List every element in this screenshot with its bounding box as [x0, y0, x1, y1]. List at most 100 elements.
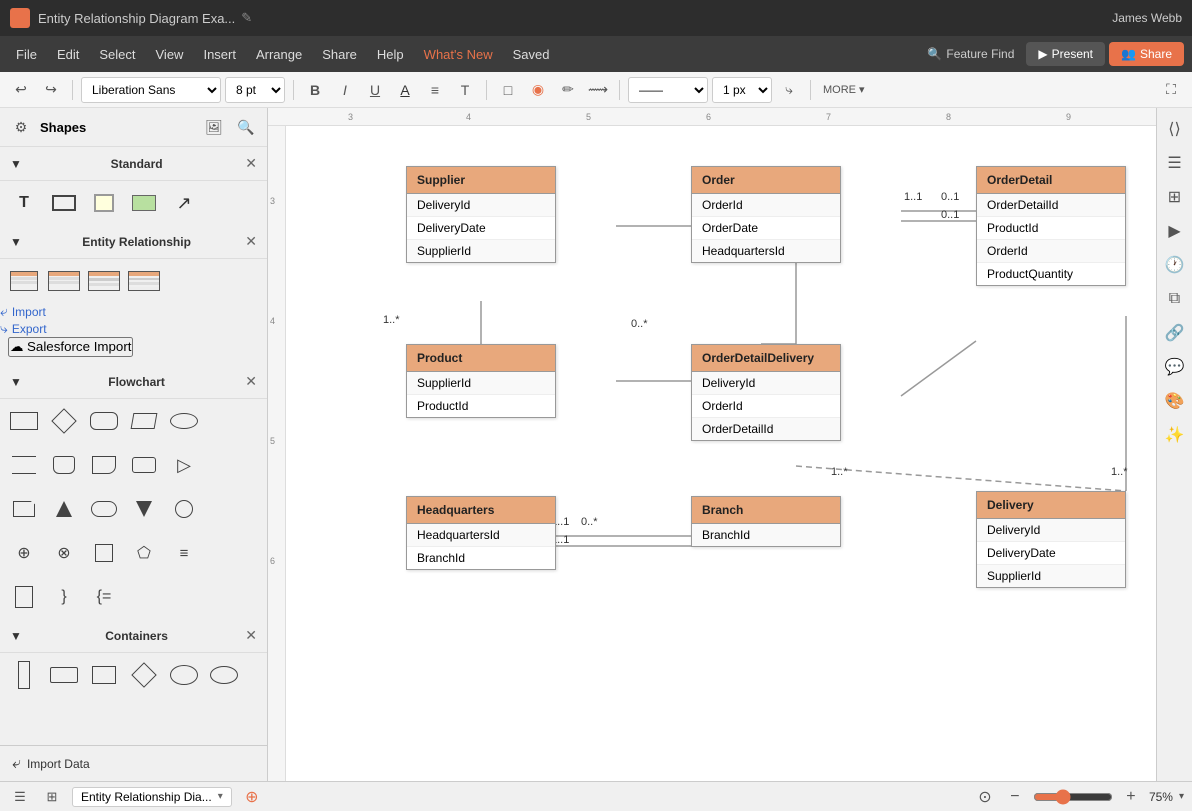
page-tab[interactable]: Entity Relationship Dia... ▾ [72, 787, 232, 807]
fc-curly-shape[interactable]: {= [88, 581, 120, 613]
style-icon[interactable]: 🎨 [1160, 386, 1190, 416]
standard-close-button[interactable]: ✕ [245, 155, 257, 172]
menu-saved[interactable]: Saved [505, 43, 558, 66]
containers-close-button[interactable]: ✕ [245, 627, 257, 644]
link-icon[interactable]: 🔗 [1160, 318, 1190, 348]
image-icon[interactable]: 🖼 [201, 114, 227, 140]
flowchart-close-button[interactable]: ✕ [245, 373, 257, 390]
menu-view[interactable]: View [148, 43, 192, 66]
fc-circle-shape[interactable] [168, 493, 200, 525]
zoom-in-button[interactable]: + [1119, 785, 1143, 809]
undo-button[interactable]: ↩ [8, 77, 34, 103]
er-table-2[interactable] [48, 265, 80, 297]
fc-arrow-shape[interactable]: ▷ [168, 449, 200, 481]
expand-button[interactable]: ⛶ [1158, 77, 1184, 103]
font-size-select[interactable]: 8 pt [225, 77, 285, 103]
menu-select[interactable]: Select [91, 43, 143, 66]
entity-supplier[interactable]: Supplier DeliveryId DeliveryDate Supplie… [406, 166, 556, 263]
chat-icon[interactable]: 💬 [1160, 352, 1190, 382]
menu-edit[interactable]: Edit [49, 43, 87, 66]
er-section-header[interactable]: ▼ Entity Relationship ✕ [0, 225, 267, 259]
insert-icon[interactable]: ⊞ [1160, 182, 1190, 212]
note-shape[interactable] [88, 187, 120, 219]
edit-icon[interactable]: ✎ [241, 10, 252, 26]
ct-oval-shape[interactable] [168, 659, 200, 691]
fill-color-button[interactable]: ◉ [525, 77, 551, 103]
er-close-button[interactable]: ✕ [245, 233, 257, 250]
er-table-3[interactable] [88, 265, 120, 297]
add-page-button[interactable]: ⊕ [240, 785, 264, 809]
bold-button[interactable]: B [302, 77, 328, 103]
fc-trap-shape[interactable] [48, 493, 80, 525]
fc-cylinder-shape[interactable] [48, 449, 80, 481]
clock-icon[interactable]: 🕐 [1160, 250, 1190, 280]
import-button[interactable]: ⤶ Import [0, 303, 46, 320]
menu-file[interactable]: File [8, 43, 45, 66]
layers-icon[interactable]: ⧉ [1160, 284, 1190, 314]
salesforce-import-button[interactable]: ☁ Salesforce Import [8, 337, 133, 357]
line-width-select[interactable]: 1 px [712, 77, 772, 103]
containers-section-header[interactable]: ▼ Containers ✕ [0, 619, 267, 653]
fc-parallelogram-shape[interactable] [128, 405, 160, 437]
export-button[interactable]: ⤷ Export [0, 320, 47, 337]
fc-roundrect3-shape[interactable] [88, 493, 120, 525]
fc-roundrect2-shape[interactable] [128, 449, 160, 481]
text-format-button[interactable]: T [452, 77, 478, 103]
text-shape[interactable]: T [8, 187, 40, 219]
fc-invtri-shape[interactable] [128, 493, 160, 525]
ct-diamond-shape[interactable] [128, 659, 160, 691]
share-button[interactable]: 👥 Share [1109, 42, 1184, 66]
fc-fold-shape[interactable] [8, 493, 40, 525]
menu-help[interactable]: Help [369, 43, 412, 66]
fc-diamond-shape[interactable] [48, 405, 80, 437]
zoom-out-button[interactable]: − [1003, 785, 1027, 809]
format-icon[interactable]: ☰ [1160, 148, 1190, 178]
standard-section-header[interactable]: ▼ Standard ✕ [0, 147, 267, 181]
underline-button[interactable]: U [362, 77, 388, 103]
ct-pill-shape[interactable] [208, 659, 240, 691]
diagram-canvas[interactable]: 1..1 0..1 0..1 0..* 1..* 1..* 1..* 1..1 … [286, 126, 1156, 781]
align-button[interactable]: ≡ [422, 77, 448, 103]
colored-rect-shape[interactable] [128, 187, 160, 219]
fc-smallrect-shape[interactable] [88, 537, 120, 569]
more-button[interactable]: MORE ▾ [819, 77, 869, 103]
zoom-dropdown-icon[interactable]: ▾ [1179, 791, 1184, 802]
canvas-area[interactable]: 3 4 5 6 7 8 9 3 4 5 6 [268, 108, 1156, 781]
entity-orderdetail[interactable]: OrderDetail OrderDetailId ProductId Orde… [976, 166, 1126, 286]
grid-view-button[interactable]: ⊞ [40, 785, 64, 809]
waypoint-button[interactable]: ⟿ [585, 77, 611, 103]
fc-doc-shape[interactable] [88, 449, 120, 481]
menu-whats-new[interactable]: What's New [416, 43, 501, 66]
line-style-select[interactable]: —— [628, 77, 708, 103]
export-panel-icon[interactable]: ▶ [1160, 216, 1190, 246]
fc-braces-shape[interactable]: } [48, 581, 80, 613]
menu-insert[interactable]: Insert [195, 43, 244, 66]
search-icon[interactable]: 🔍 [233, 114, 259, 140]
fc-crosshair-shape[interactable]: ⊕ [8, 537, 40, 569]
er-table-1[interactable] [8, 265, 40, 297]
ct-wide-shape[interactable] [48, 659, 80, 691]
line-color-button[interactable]: ✏ [555, 77, 581, 103]
magic-icon[interactable]: ✨ [1160, 420, 1190, 450]
entity-order[interactable]: Order OrderId OrderDate HeadquartersId [691, 166, 841, 263]
fc-hexagon-shape[interactable] [8, 449, 40, 481]
redo-button[interactable]: ↪ [38, 77, 64, 103]
fc-paper2-shape[interactable] [8, 581, 40, 613]
fc-roundrect-shape[interactable] [88, 405, 120, 437]
fill-shape-button[interactable]: □ [495, 77, 521, 103]
entity-product[interactable]: Product SupplierId ProductId [406, 344, 556, 418]
ct-tall-shape[interactable] [8, 659, 40, 691]
present-button[interactable]: ▶ Present [1026, 42, 1105, 66]
er-table-4[interactable] [128, 265, 160, 297]
connection-style-button[interactable]: ⤷ [776, 77, 802, 103]
menu-share[interactable]: Share [314, 43, 365, 66]
italic-button[interactable]: I [332, 77, 358, 103]
rect-shape[interactable] [48, 187, 80, 219]
fc-pentagon-shape[interactable]: ⬠ [128, 537, 160, 569]
font-color-button[interactable]: A [392, 77, 418, 103]
fit-page-button[interactable]: ⊙ [973, 785, 997, 809]
fc-rect-shape[interactable] [8, 405, 40, 437]
zoom-slider[interactable] [1033, 789, 1113, 805]
list-view-button[interactable]: ☰ [8, 785, 32, 809]
font-family-select[interactable]: Liberation Sans [81, 77, 221, 103]
